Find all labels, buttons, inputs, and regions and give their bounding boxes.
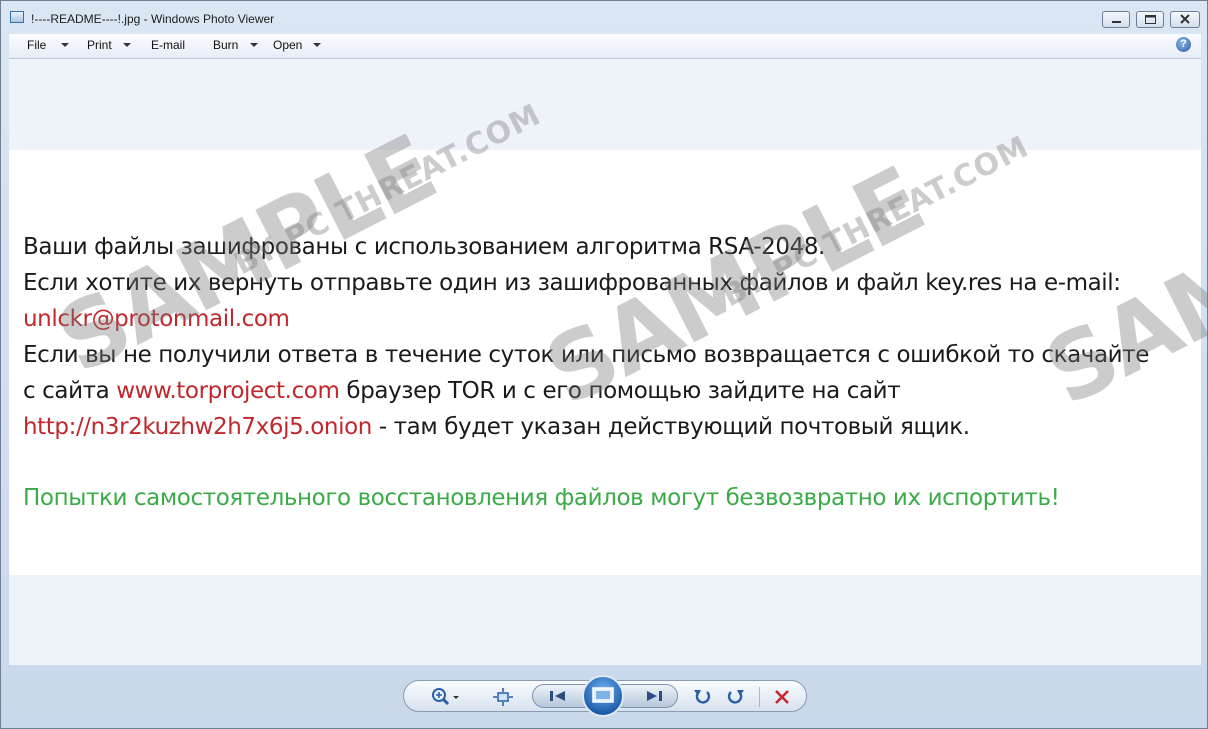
ransom-line-4: Если вы не получили ответа в течение сут… xyxy=(23,342,1149,368)
playback-controls xyxy=(403,675,807,717)
fit-to-window-icon[interactable] xyxy=(492,687,514,707)
slideshow-icon xyxy=(592,687,614,703)
menu-open[interactable]: Open xyxy=(273,38,302,52)
controls-divider xyxy=(759,687,760,707)
displayed-image: Ваши файлы зашифрованы с использованием … xyxy=(9,150,1201,575)
chevron-down-icon[interactable] xyxy=(250,43,258,47)
ransom-line-1: Ваши файлы зашифрованы с использованием … xyxy=(23,234,825,260)
chevron-down-icon[interactable] xyxy=(313,43,321,47)
minimize-icon xyxy=(1112,21,1121,23)
menu-print[interactable]: Print xyxy=(87,38,112,52)
ransom-line-6: http://n3r2kuzhw2h7x6j5.onion - там буде… xyxy=(23,414,970,440)
close-button[interactable] xyxy=(1170,11,1200,28)
menu-burn[interactable]: Burn xyxy=(213,38,238,52)
slideshow-button[interactable] xyxy=(582,675,624,717)
maximize-icon xyxy=(1145,15,1156,24)
zoom-icon[interactable] xyxy=(430,687,459,707)
maximize-button[interactable] xyxy=(1136,11,1164,28)
minimize-button[interactable] xyxy=(1102,11,1130,28)
next-icon[interactable] xyxy=(643,688,665,709)
onion-link: http://n3r2kuzhw2h7x6j5.onion xyxy=(23,414,372,440)
chevron-down-icon[interactable] xyxy=(61,43,69,47)
menu-bar: File Print E-mail Burn Open xyxy=(9,34,1201,59)
close-icon xyxy=(1180,14,1190,24)
ransom-line-2: Если хотите их вернуть отправьте один из… xyxy=(23,270,1121,296)
help-icon[interactable]: ? xyxy=(1176,37,1191,52)
menu-email[interactable]: E-mail xyxy=(151,38,185,52)
previous-icon[interactable] xyxy=(547,688,569,709)
title-bar[interactable]: !----README----!.jpg - Windows Photo Vie… xyxy=(1,1,1207,33)
chevron-down-icon[interactable] xyxy=(123,43,131,47)
ransom-email: unlckr@protonmail.com xyxy=(23,306,290,332)
line-5-prefix: с сайта xyxy=(23,378,117,404)
torproject-link: www.torproject.com xyxy=(116,378,340,404)
line-5-suffix: браузер TOR и с его помощью зайдите на с… xyxy=(339,378,901,404)
menu-file[interactable]: File xyxy=(27,38,46,52)
rotate-counterclockwise-icon[interactable] xyxy=(692,687,714,707)
photo-viewer-window: !----README----!.jpg - Windows Photo Vie… xyxy=(0,0,1208,729)
rotate-clockwise-icon[interactable] xyxy=(724,687,746,707)
ransom-line-5: с сайта www.torproject.com браузер TOR и… xyxy=(23,378,901,404)
ransom-warning: Попытки самостоятельного восстановления … xyxy=(23,485,1060,511)
photo-viewer-app-icon xyxy=(10,11,24,23)
line-6-suffix: - там будет указан действующий почтовый … xyxy=(371,414,970,440)
window-title: !----README----!.jpg - Windows Photo Vie… xyxy=(31,12,275,26)
delete-icon[interactable] xyxy=(771,687,793,707)
